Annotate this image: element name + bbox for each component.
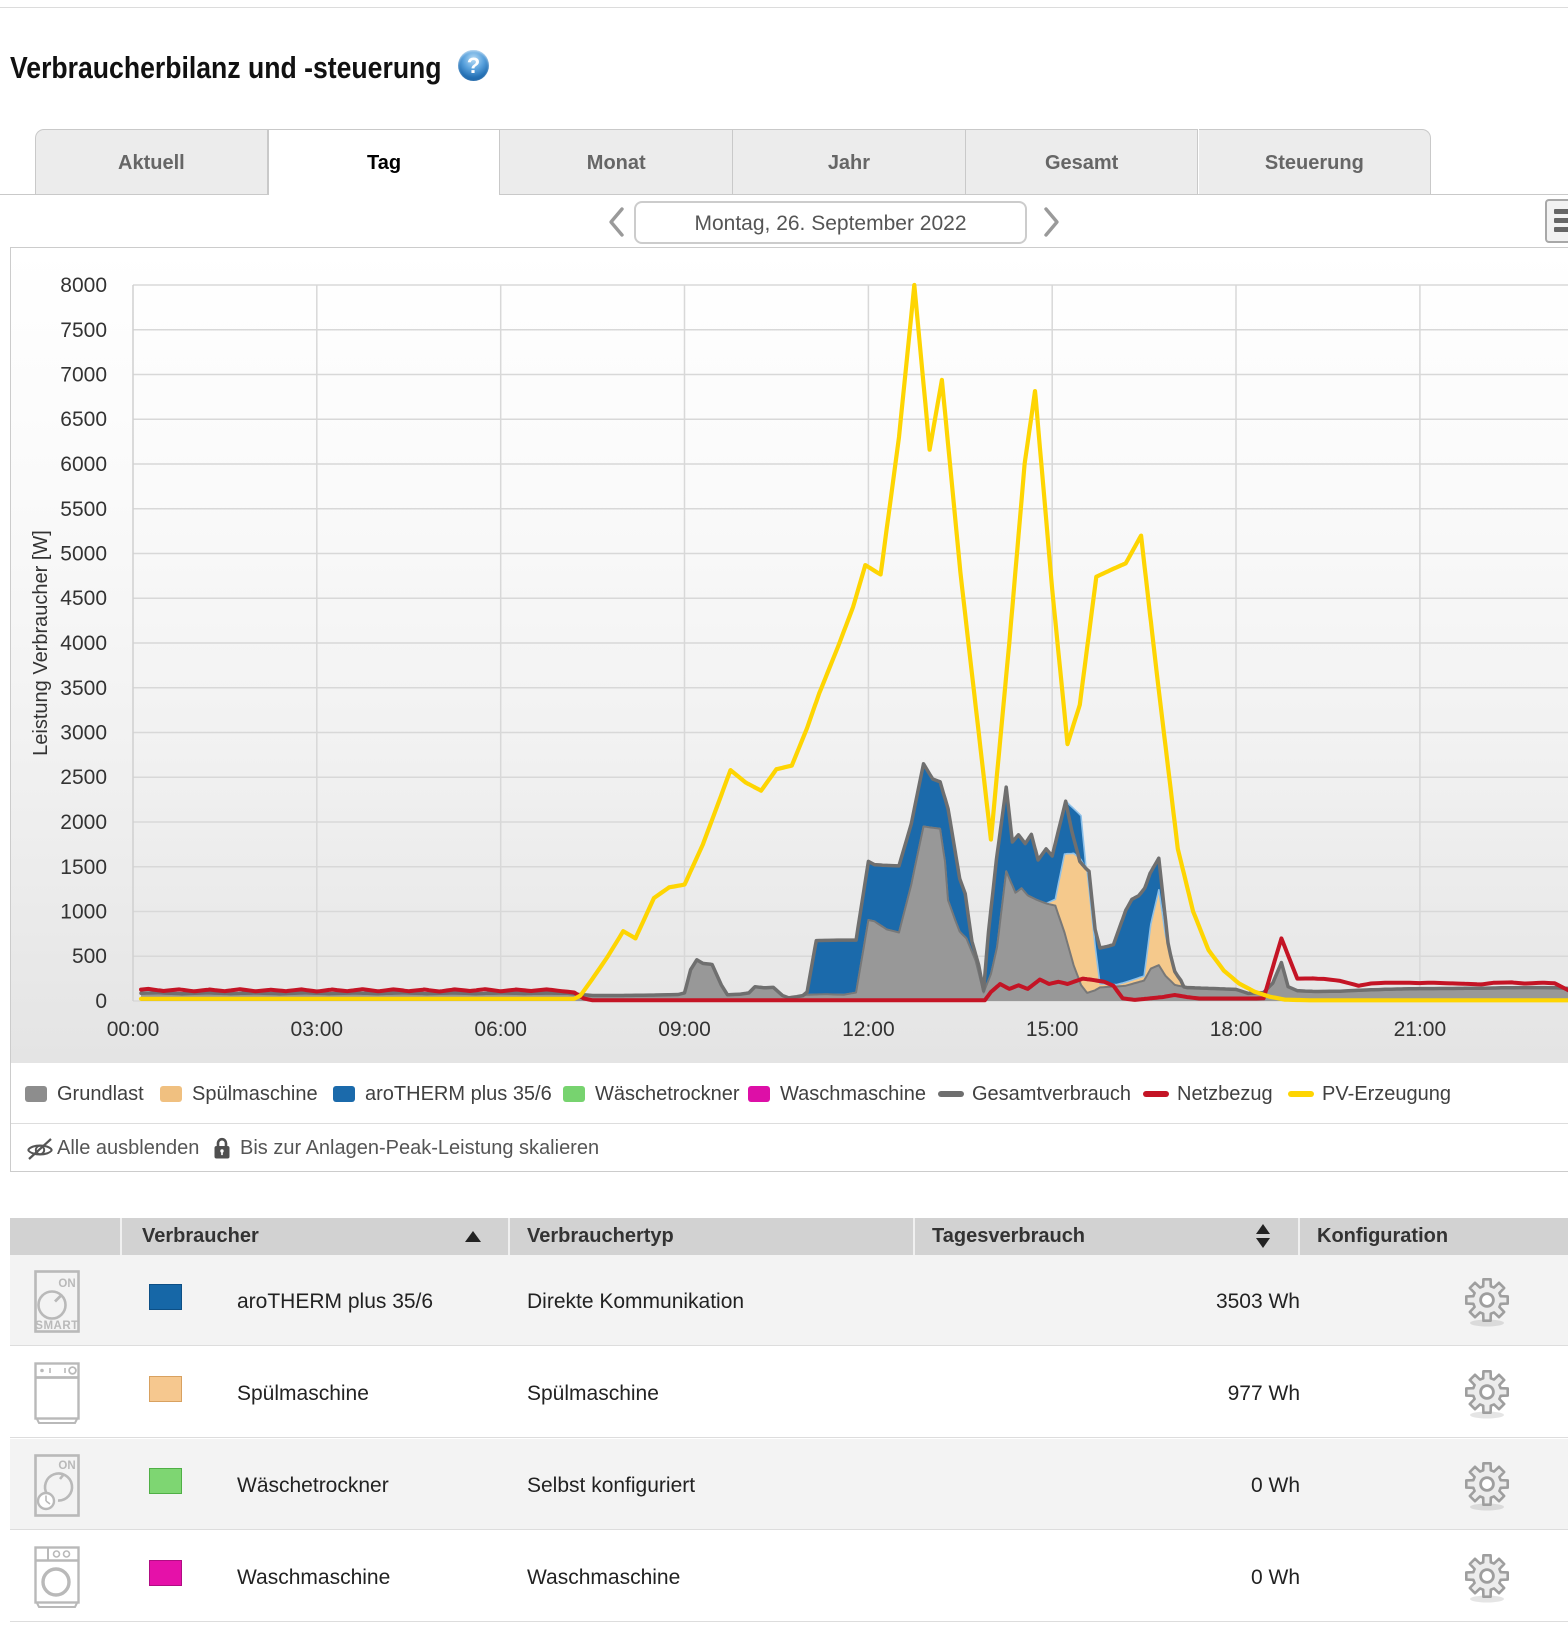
svg-text:03:00: 03:00 bbox=[291, 1018, 344, 1041]
svg-text:SMART: SMART bbox=[35, 1320, 78, 1332]
svg-text:12:00: 12:00 bbox=[842, 1018, 895, 1041]
svg-text:7000: 7000 bbox=[60, 364, 107, 387]
svg-text:7500: 7500 bbox=[60, 319, 107, 342]
svg-text:21:00: 21:00 bbox=[1394, 1018, 1447, 1041]
svg-text:ON: ON bbox=[58, 1278, 75, 1290]
svg-text:2000: 2000 bbox=[60, 811, 107, 834]
svg-text:4000: 4000 bbox=[60, 632, 107, 655]
svg-text:6500: 6500 bbox=[60, 408, 107, 431]
svg-text:3000: 3000 bbox=[60, 722, 107, 745]
svg-text:4500: 4500 bbox=[60, 587, 107, 610]
svg-text:15:00: 15:00 bbox=[1026, 1018, 1079, 1041]
svg-text:5500: 5500 bbox=[60, 498, 107, 521]
svg-text:8000: 8000 bbox=[60, 274, 107, 297]
svg-text:3500: 3500 bbox=[60, 677, 107, 700]
svg-text:2500: 2500 bbox=[60, 766, 107, 789]
svg-text:1000: 1000 bbox=[60, 901, 107, 924]
svg-text:Leistung Verbraucher [W]: Leistung Verbraucher [W] bbox=[30, 530, 52, 756]
svg-text:ON: ON bbox=[58, 1460, 75, 1472]
svg-text:0: 0 bbox=[95, 990, 107, 1013]
svg-text:500: 500 bbox=[72, 945, 107, 968]
svg-text:6000: 6000 bbox=[60, 453, 107, 476]
svg-text:5000: 5000 bbox=[60, 543, 107, 566]
svg-text:00:00: 00:00 bbox=[107, 1018, 160, 1041]
svg-text:18:00: 18:00 bbox=[1210, 1018, 1263, 1041]
svg-text:06:00: 06:00 bbox=[474, 1018, 527, 1041]
svg-text:09:00: 09:00 bbox=[658, 1018, 711, 1041]
svg-text:1500: 1500 bbox=[60, 856, 107, 879]
